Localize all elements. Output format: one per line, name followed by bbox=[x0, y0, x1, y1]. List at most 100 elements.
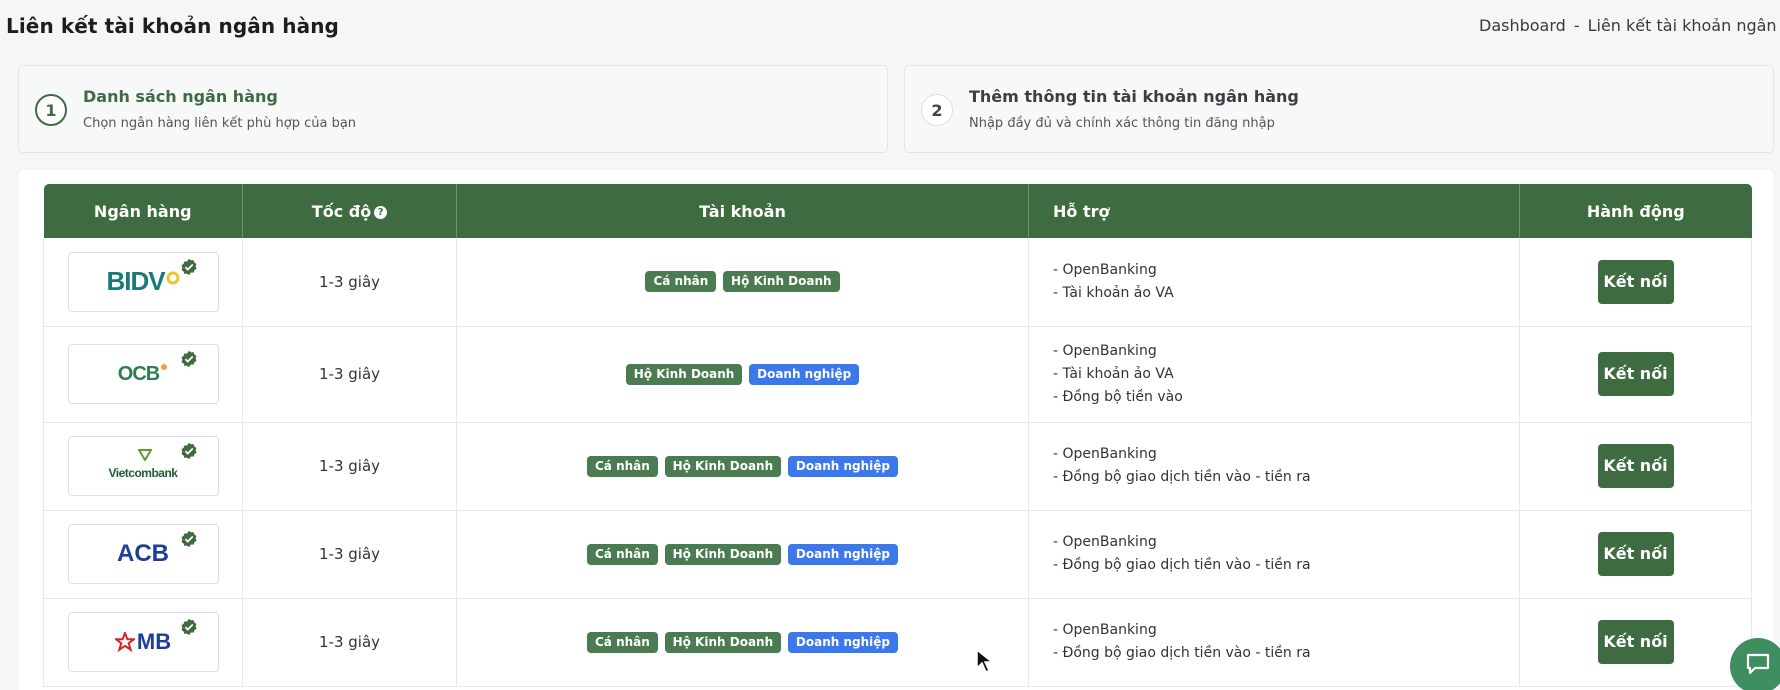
tag-household: Hộ Kinh Doanh bbox=[625, 363, 743, 385]
chat-widget-button[interactable] bbox=[1730, 638, 1780, 690]
bank-logo-text: Vietcombank bbox=[108, 466, 178, 480]
support-item: - Đồng bộ giao dịch tiền vào - tiền ra bbox=[1053, 557, 1311, 573]
tag-enterprise: Doanh nghiệp bbox=[787, 631, 898, 653]
tag-household: Hộ Kinh Doanh bbox=[664, 455, 782, 477]
help-icon[interactable]: ? bbox=[374, 205, 388, 219]
breadcrumb-current: Liên kết tài khoản ngân hàng bbox=[1587, 16, 1780, 35]
breadcrumb: Dashboard-Liên kết tài khoản ngân hàng bbox=[1479, 16, 1780, 35]
page-title: Liên kết tài khoản ngân hàng bbox=[6, 14, 339, 38]
account-cell: Cá nhân Hộ Kinh Doanh Doanh nghiệp bbox=[456, 598, 1029, 687]
support-cell: - OpenBanking - Đồng bộ giao dịch tiền v… bbox=[1028, 598, 1520, 687]
verified-check-icon bbox=[181, 618, 196, 636]
table-row: BIDV 1-3 giây Cá nhân Hộ Kinh Doanh - Op… bbox=[43, 238, 1752, 327]
action-cell: Kết nối bbox=[1519, 510, 1752, 599]
speed-cell: 1-3 giây bbox=[242, 326, 457, 423]
account-cell: Hộ Kinh Doanh Doanh nghiệp bbox=[456, 326, 1029, 423]
breadcrumb-dashboard[interactable]: Dashboard bbox=[1479, 16, 1566, 35]
step-title: Danh sách ngân hàng bbox=[83, 87, 278, 106]
table-row: Vietcombank 1-3 giây Cá nhân Hộ Kinh Doa… bbox=[43, 422, 1752, 511]
support-item: - Đồng bộ tiền vào bbox=[1053, 388, 1183, 405]
support-item: - OpenBanking bbox=[1053, 342, 1157, 359]
speed-cell: 1-3 giây bbox=[242, 422, 457, 511]
bank-logo-acb: ACB bbox=[67, 524, 219, 584]
step-account-info[interactable]: 2 Thêm thông tin tài khoản ngân hàng Nhậ… bbox=[904, 65, 1774, 153]
speed-cell: 1-3 giây bbox=[242, 510, 457, 599]
support-item: - Tài khoản ảo VA bbox=[1053, 284, 1174, 301]
bank-cell: MB bbox=[43, 598, 243, 687]
account-cell: Cá nhân Hộ Kinh Doanh Doanh nghiệp bbox=[456, 422, 1029, 511]
bank-logo-vietcombank: Vietcombank bbox=[67, 436, 219, 496]
connect-button[interactable]: Kết nối bbox=[1597, 352, 1674, 396]
bank-logo-text: MB bbox=[136, 629, 172, 654]
connect-button[interactable]: Kết nối bbox=[1597, 259, 1674, 304]
verified-check-icon bbox=[181, 258, 196, 275]
top-bar: Liên kết tài khoản ngân hàng Dashboard - L… bbox=[0, 0, 1780, 52]
account-cell: Cá nhân Hộ Kinh Doanh bbox=[456, 238, 1029, 327]
account-cell: Cá nhân Hộ Kinh Doanh Doanh nghiệp bbox=[456, 510, 1029, 599]
support-item: - OpenBanking bbox=[1053, 261, 1157, 278]
bank-logo-text: BIDV bbox=[106, 266, 165, 297]
steps-wizard: 1 Danh sách ngân hàng Chọn ngân hàng liê… bbox=[18, 65, 1780, 153]
mb-star-icon bbox=[114, 632, 135, 652]
connect-button[interactable]: Kết nối bbox=[1597, 620, 1674, 664]
tag-personal: Cá nhân bbox=[587, 543, 658, 565]
table-header-row: Ngân hàng Tốc độ? Tài khoản Hỗ trợ Hành … bbox=[43, 184, 1752, 238]
bank-cell: BIDV bbox=[43, 238, 243, 327]
breadcrumb-separator: - bbox=[1573, 16, 1580, 35]
connect-button[interactable]: Kết nối bbox=[1597, 444, 1674, 488]
bank-cell: OCB bbox=[43, 326, 243, 423]
header-support: Hỗ trợ bbox=[1028, 184, 1520, 238]
step-title: Thêm thông tin tài khoản ngân hàng bbox=[969, 87, 1299, 106]
bank-table: Ngân hàng Tốc độ? Tài khoản Hỗ trợ Hành … bbox=[43, 184, 1752, 687]
verified-check-icon bbox=[181, 350, 196, 368]
action-cell: Kết nối bbox=[1519, 326, 1752, 423]
vietcombank-mark-icon bbox=[137, 449, 152, 461]
tag-household: Hộ Kinh Doanh bbox=[664, 631, 782, 653]
chat-icon bbox=[1746, 653, 1770, 675]
verified-check-icon bbox=[181, 442, 196, 460]
action-cell: Kết nối bbox=[1519, 598, 1752, 687]
support-item: - OpenBanking bbox=[1053, 446, 1157, 462]
support-cell: - OpenBanking - Tài khoản ảo VA bbox=[1028, 238, 1520, 327]
support-item: - Đồng bộ giao dịch tiền vào - tiền ra bbox=[1053, 645, 1311, 661]
bank-cell: Vietcombank bbox=[43, 422, 243, 511]
table-row: OCB 1-3 giây Hộ Kinh Doanh Doanh nghiệp … bbox=[43, 326, 1752, 423]
support-cell: - OpenBanking - Đồng bộ giao dịch tiền v… bbox=[1028, 422, 1520, 511]
support-item: - OpenBanking bbox=[1053, 534, 1157, 550]
tag-household: Hộ Kinh Doanh bbox=[723, 271, 840, 293]
tag-enterprise: Doanh nghiệp bbox=[787, 455, 898, 477]
tag-household: Hộ Kinh Doanh bbox=[664, 543, 782, 565]
support-item: - OpenBanking bbox=[1053, 622, 1157, 638]
bank-cell: ACB bbox=[43, 510, 243, 599]
verified-check-icon bbox=[181, 530, 196, 548]
header-account: Tài khoản bbox=[456, 184, 1029, 238]
tag-enterprise: Doanh nghiệp bbox=[787, 543, 898, 565]
tag-personal: Cá nhân bbox=[645, 271, 717, 293]
support-cell: - OpenBanking - Tài khoản ảo VA - Đồng b… bbox=[1028, 326, 1520, 423]
bank-logo-text: ACB bbox=[117, 540, 169, 567]
bank-logo-text: OCB bbox=[117, 362, 160, 385]
step-bank-list[interactable]: 1 Danh sách ngân hàng Chọn ngân hàng liê… bbox=[18, 65, 888, 153]
connect-button[interactable]: Kết nối bbox=[1597, 532, 1674, 576]
action-cell: Kết nối bbox=[1519, 238, 1752, 327]
support-cell: - OpenBanking - Đồng bộ giao dịch tiền v… bbox=[1028, 510, 1520, 599]
header-speed: Tốc độ? bbox=[242, 184, 457, 238]
header-bank: Ngân hàng bbox=[43, 184, 243, 238]
support-item: - Đồng bộ giao dịch tiền vào - tiền ra bbox=[1053, 469, 1311, 485]
support-item: - Tài khoản ảo VA bbox=[1053, 365, 1174, 382]
header-action: Hành động bbox=[1519, 184, 1752, 238]
bank-table-panel: Ngân hàng Tốc độ? Tài khoản Hỗ trợ Hành … bbox=[18, 170, 1774, 690]
action-cell: Kết nối bbox=[1519, 422, 1752, 511]
step-description: Nhập đầy đủ và chính xác thông tin đăng … bbox=[969, 116, 1275, 131]
speed-cell: 1-3 giây bbox=[242, 598, 457, 687]
bank-logo-ocb: OCB bbox=[67, 344, 219, 404]
mouse-cursor bbox=[976, 648, 995, 674]
table-row: ACB 1-3 giây Cá nhân Hộ Kinh Doanh Doanh… bbox=[43, 510, 1752, 599]
header-speed-label: Tốc độ bbox=[311, 201, 372, 221]
ocb-dot-icon bbox=[161, 364, 168, 370]
tag-enterprise: Doanh nghiệp bbox=[749, 363, 860, 385]
bidv-star-icon bbox=[166, 271, 180, 285]
step-description: Chọn ngân hàng liên kết phù hợp của bạn bbox=[83, 116, 357, 131]
tag-personal: Cá nhân bbox=[587, 455, 658, 477]
speed-cell: 1-3 giây bbox=[242, 238, 457, 327]
